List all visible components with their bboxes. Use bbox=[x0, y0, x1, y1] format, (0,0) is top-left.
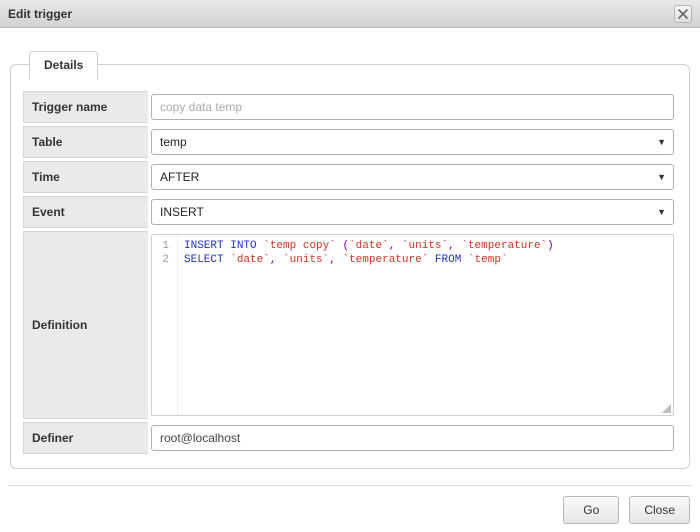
dialog-title: Edit trigger bbox=[8, 7, 674, 21]
event-select[interactable]: INSERTUPDATEDELETE bbox=[151, 199, 674, 225]
label-definition: Definition bbox=[23, 231, 148, 419]
close-button[interactable]: Close bbox=[629, 496, 690, 524]
label-event: Event bbox=[23, 196, 148, 228]
table-select[interactable]: temp bbox=[151, 129, 674, 155]
editor-body[interactable]: INSERT INTO `temp copy` (`date`, `units`… bbox=[178, 235, 673, 415]
tab-details[interactable]: Details bbox=[29, 51, 98, 80]
details-panel: Details Trigger name Table temp Time B bbox=[10, 64, 690, 469]
resize-grip-icon[interactable] bbox=[660, 402, 672, 414]
trigger-name-input[interactable] bbox=[151, 94, 674, 120]
time-select[interactable]: BEFOREAFTER bbox=[151, 164, 674, 190]
dialog-titlebar: Edit trigger bbox=[0, 0, 700, 28]
label-table: Table bbox=[23, 126, 148, 158]
go-button[interactable]: Go bbox=[563, 496, 619, 524]
definer-input[interactable] bbox=[151, 425, 674, 451]
label-trigger-name: Trigger name bbox=[23, 91, 148, 123]
editor-gutter: 12 bbox=[152, 235, 178, 415]
close-icon[interactable] bbox=[674, 5, 692, 23]
label-definer: Definer bbox=[23, 422, 148, 454]
dialog-buttons: Go Close bbox=[0, 486, 700, 532]
label-time: Time bbox=[23, 161, 148, 193]
definition-editor[interactable]: 12 INSERT INTO `temp copy` (`date`, `uni… bbox=[151, 234, 674, 416]
